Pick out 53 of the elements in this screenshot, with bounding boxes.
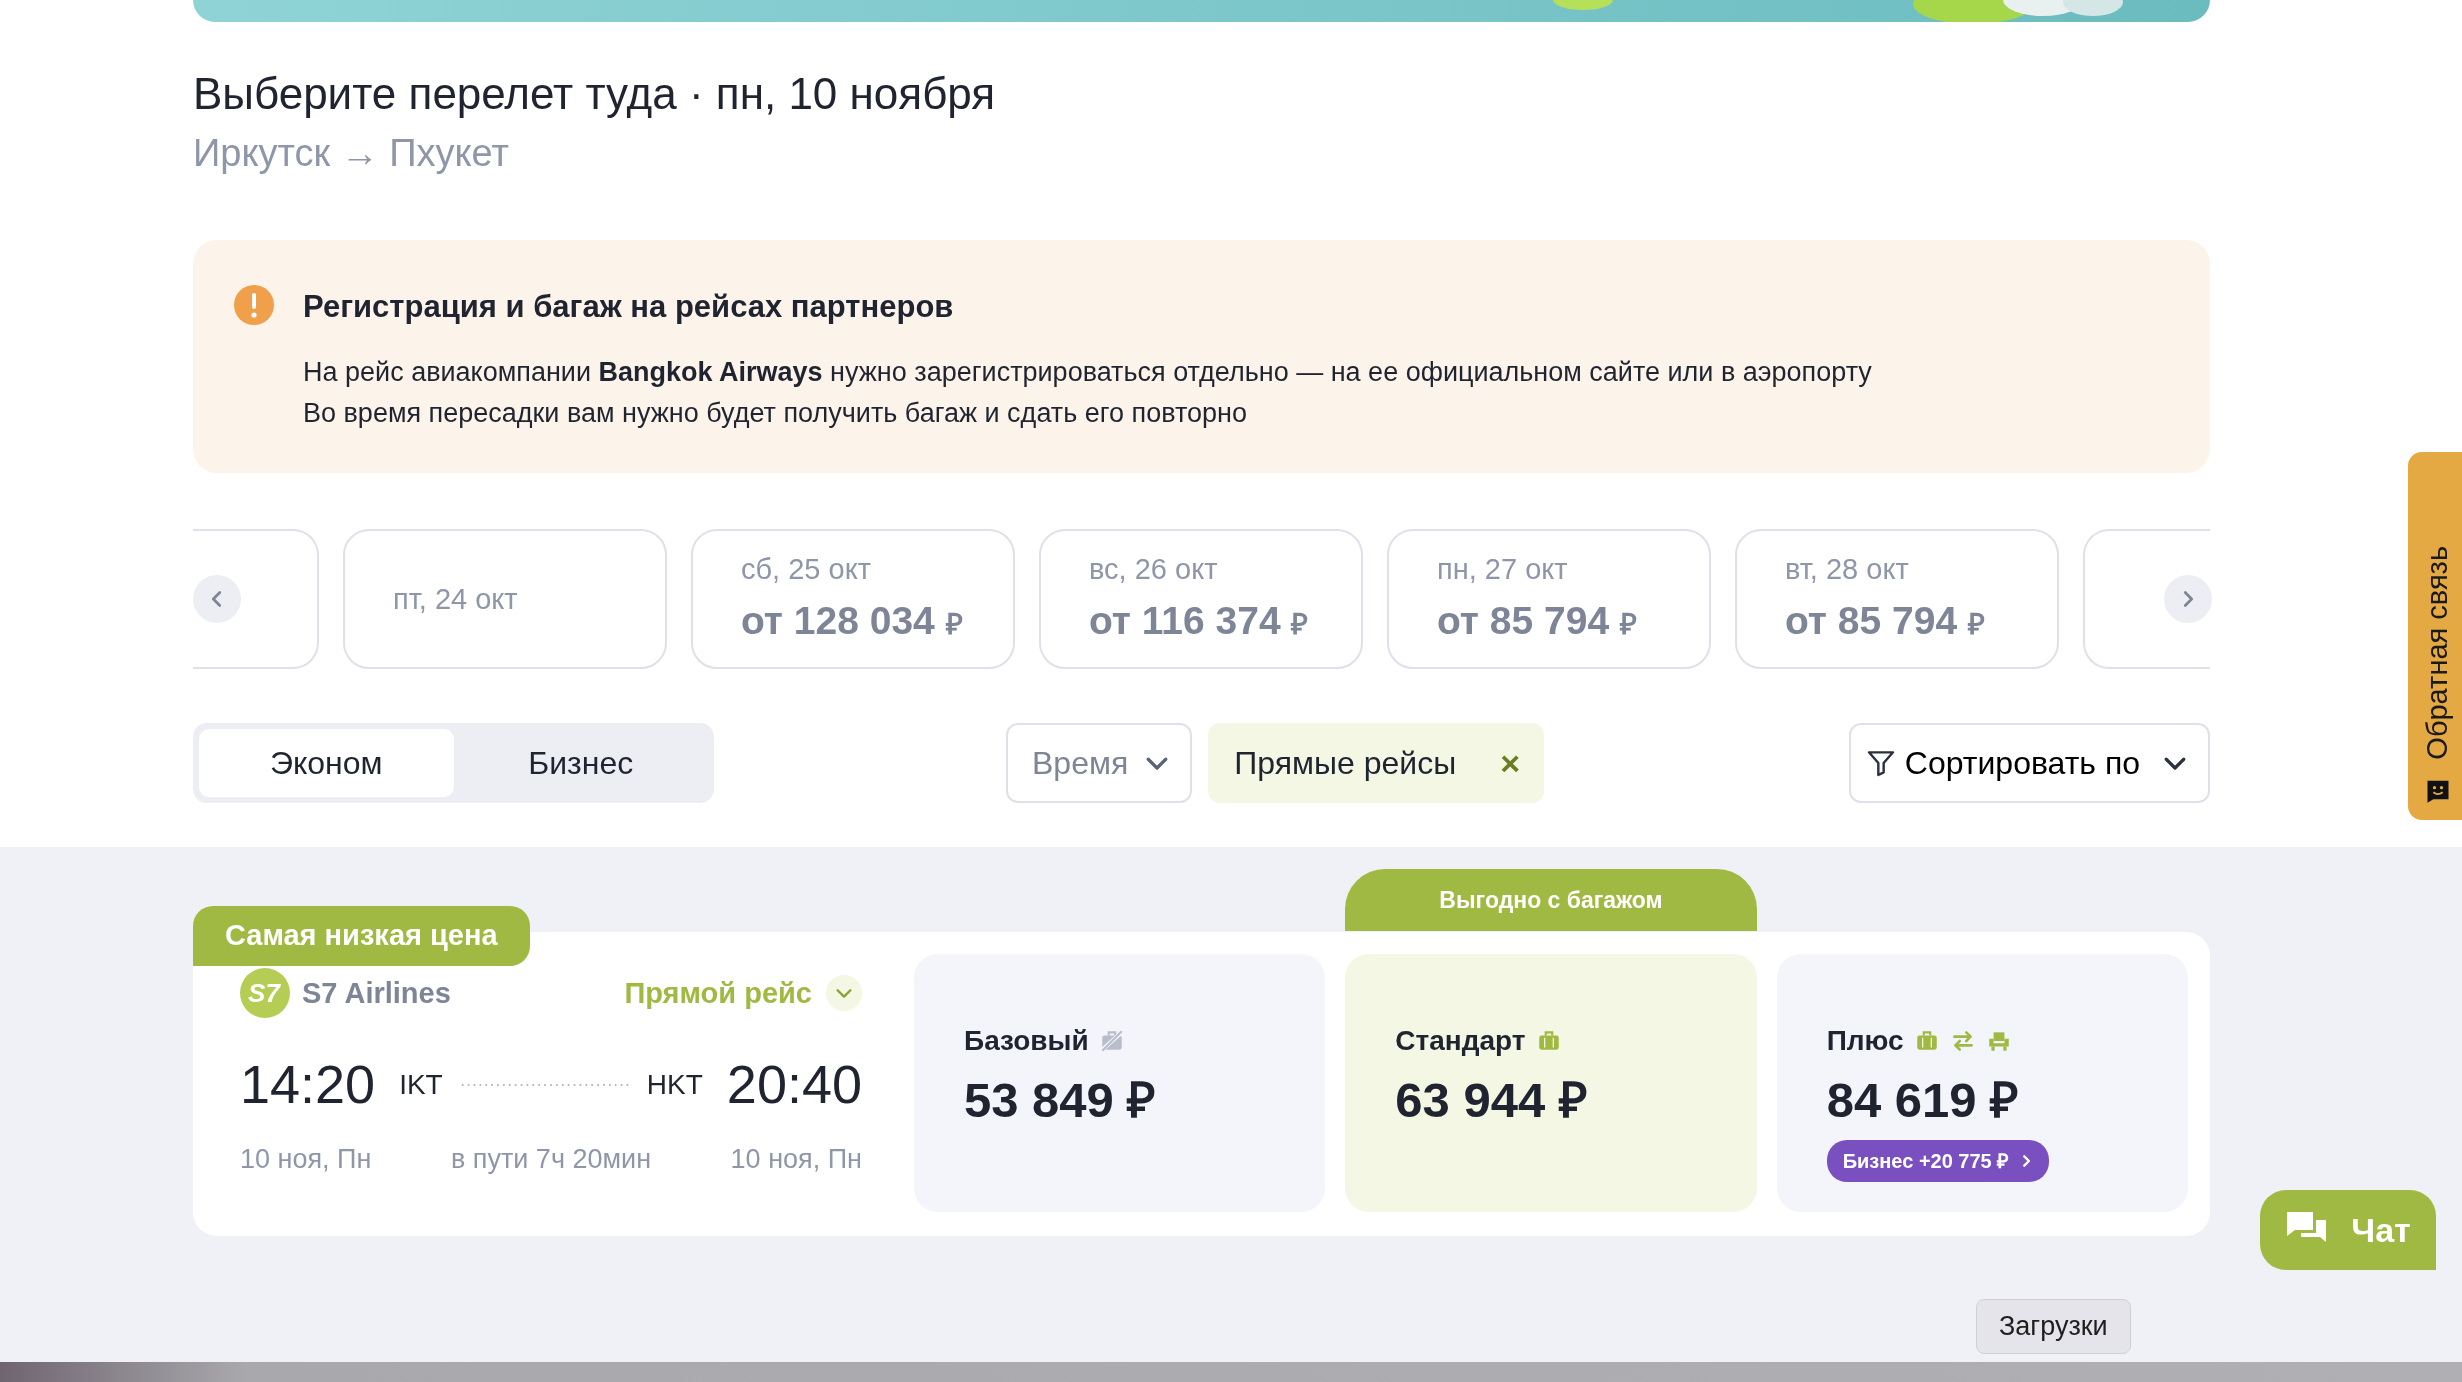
route-text: Иркутск → Пхукет <box>193 130 510 176</box>
airport-code: HKT <box>646 1067 703 1102</box>
stops-toggle[interactable]: Прямой рейс <box>624 971 862 1016</box>
alert-text: На рейс авиакомпании Bangkok Airways нужно зарегистрироваться отдельно — на ее официальном сайте или в аэропорту <box>303 356 1872 390</box>
alert-text: Во время пересадки вам нужно будет получить багаж и сдать его повторно <box>303 396 1248 430</box>
chat-button[interactable]: Чат <box>2260 1190 2436 1270</box>
date-card[interactable]: пн, 27 окт от 85 794 ₽ <box>1387 529 1711 670</box>
date-price: от 85 794 ₽ <box>1437 597 1638 644</box>
alert-title: Регистрация и багаж на рейсах партнеров <box>303 287 955 326</box>
date-card[interactable]: сб, 25 окт от 128 034 ₽ <box>691 529 1015 670</box>
departure-date: 10 ноя, Пн <box>240 1143 372 1177</box>
departure-time: 14:20 <box>240 1053 376 1117</box>
date-card[interactable]: вс, 26 окт от 116 374 ₽ <box>1039 529 1363 670</box>
chip-label: Прямые рейсы <box>1234 744 1457 784</box>
warning-icon <box>233 283 275 326</box>
class-tab[interactable]: Эконом <box>199 729 454 798</box>
arrival-time: 20:40 <box>726 1053 862 1117</box>
fare-name: Стандарт <box>1395 1024 1526 1059</box>
date-price: от 116 374 ₽ <box>1089 597 1310 644</box>
airport-code: IKT <box>399 1067 443 1102</box>
ribbon-tab: Выгодно с багажом <box>1345 869 1757 932</box>
airline-name: S7 Airlines <box>302 975 451 1011</box>
price-badge: Самая низкая цена <box>193 906 530 966</box>
fare-panel[interactable]: Плюс 84 619 ₽ Бизнес +20 775 ₽ <box>1776 954 2188 1213</box>
fare-price: 84 619 ₽ <box>1826 1072 2021 1130</box>
flight-duration: в пути 7ч 20мин <box>450 1143 652 1177</box>
fare-panel[interactable]: Базовый 53 849 ₽ <box>914 954 1326 1213</box>
date-label: вт, 28 окт <box>1785 552 1910 588</box>
fare-name: Базовый <box>964 1024 1089 1059</box>
next-button[interactable] <box>2164 575 2212 624</box>
date-label: пн, 27 окт <box>1437 552 1569 588</box>
date-label: сб, 25 окт <box>741 552 872 588</box>
time-dropdown[interactable]: Время <box>1006 723 1193 804</box>
feedback-tab[interactable]: Обратная связь <box>2408 452 2462 820</box>
date-card[interactable]: пт, 24 окт <box>343 529 667 670</box>
fare-price: 63 944 ₽ <box>1395 1072 1589 1130</box>
crossed-suitcase-icon <box>1098 1028 1125 1055</box>
tooltip: Загрузки <box>1976 1299 2131 1354</box>
previous-button[interactable] <box>193 575 241 624</box>
fare-price: 53 849 ₽ <box>964 1072 1158 1130</box>
arrival-date: 10 ноя, Пн <box>730 1143 862 1177</box>
date-card[interactable]: вт, 28 окт от 85 794 ₽ <box>1735 529 2059 670</box>
remove-button[interactable]: × <box>1500 746 1521 781</box>
sort-dropdown[interactable]: Сортировать по <box>1848 723 2210 804</box>
date-label: пт, 24 окт <box>393 581 519 617</box>
date-price: от 128 034 ₽ <box>741 597 964 644</box>
date-label: вс, 26 окт <box>1089 552 1219 588</box>
date-price: от 85 794 ₽ <box>1785 597 1986 644</box>
airline-logo: S7 <box>240 968 290 1019</box>
page-title: Выберите перелет туда · пн, 10 ноября <box>193 68 997 120</box>
upgrade-button[interactable]: Бизнес +20 775 ₽ <box>1826 1139 2050 1182</box>
class-tab[interactable]: Бизнес <box>453 729 708 798</box>
fare-name: Плюс <box>1826 1024 1904 1059</box>
